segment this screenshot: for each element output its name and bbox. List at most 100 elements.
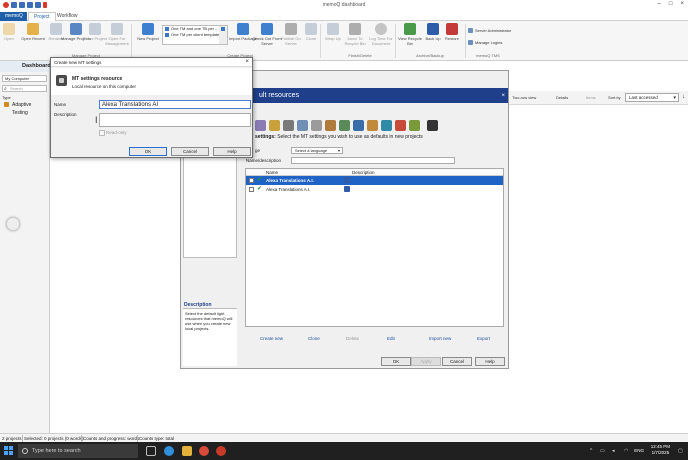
- project-list-toolbar: Two-row view Details Items Sort by Last …: [508, 91, 688, 105]
- help-button[interactable]: Help: [475, 357, 505, 366]
- tab-memoq[interactable]: memoQ: [0, 12, 27, 21]
- folder-icon: [3, 23, 15, 35]
- details-button[interactable]: Details: [556, 95, 568, 100]
- row-checkbox[interactable]: [249, 178, 254, 183]
- ok-button[interactable]: OK: [381, 357, 411, 366]
- close-icon[interactable]: ×: [501, 89, 505, 104]
- autotranslation-icon[interactable]: [325, 120, 336, 131]
- table-header: Name Description: [246, 169, 503, 176]
- read-only-checkbox[interactable]: Read-only: [99, 130, 127, 136]
- tab-workflow[interactable]: Workflow: [52, 12, 82, 21]
- search-input[interactable]: ⌕ Search: [2, 85, 47, 92]
- window-title: memoQ dashboard: [322, 2, 366, 8]
- chrome-icon[interactable]: [199, 446, 209, 456]
- name-input[interactable]: Alexa Translations AI: [99, 100, 251, 109]
- ribbon-group-label: Finish/Delete: [348, 53, 372, 58]
- clone-link[interactable]: Clone: [308, 336, 320, 341]
- edge-icon[interactable]: [164, 446, 174, 456]
- new-project-button[interactable]: New Project: [133, 23, 163, 41]
- counts-type-status: Counts type: total: [139, 436, 175, 441]
- name-description-filter-input[interactable]: [291, 157, 455, 164]
- sort-direction-icon[interactable]: ↓: [682, 94, 685, 100]
- status-separator: [137, 435, 138, 442]
- computer-selector[interactable]: My Computer: [2, 75, 47, 82]
- two-row-view-button[interactable]: Two-row view: [512, 95, 536, 100]
- row-checkbox[interactable]: [249, 187, 254, 192]
- row-name: Alexa Translations A.I.: [266, 187, 311, 192]
- export-link[interactable]: Export: [477, 336, 490, 341]
- cancel-button[interactable]: Cancel: [171, 147, 209, 156]
- create-new-link[interactable]: Create new: [260, 336, 283, 341]
- resource-actions: Create new Clone Delete Edit Import new …: [245, 336, 504, 344]
- clock-icon: [375, 23, 387, 35]
- language-dropdown[interactable]: Select a language: [291, 147, 343, 154]
- status-separator: [22, 435, 23, 442]
- server-checkout-icon: [261, 23, 273, 35]
- minimize-button[interactable]: –: [658, 1, 661, 7]
- system-clock[interactable]: 12:45 PM 1/7/2025: [651, 444, 670, 456]
- memoq-taskbar-icon[interactable]: [216, 446, 226, 456]
- nontranslatables-icon[interactable]: [339, 120, 350, 131]
- sort-by-dropdown[interactable]: Last accessed: [625, 93, 679, 102]
- import-new-link[interactable]: Import new: [429, 336, 451, 341]
- folder-clock-icon: [27, 23, 39, 35]
- new-project-icon: [142, 23, 154, 35]
- column-header-description[interactable]: Description: [352, 170, 375, 175]
- cancel-button[interactable]: Cancel: [442, 357, 472, 366]
- task-view-icon[interactable]: [146, 446, 156, 456]
- volume-icon[interactable]: ◂: [612, 448, 615, 454]
- input-language[interactable]: ENG: [634, 448, 644, 453]
- status-bar: 2 projects Selected: 0 projects (0 words…: [0, 433, 688, 442]
- delete-link[interactable]: Delete: [346, 336, 359, 341]
- status-separator: [81, 435, 82, 442]
- items-button[interactable]: Items: [586, 95, 596, 100]
- filter-icon[interactable]: [311, 120, 322, 131]
- windows-start-icon[interactable]: [4, 446, 14, 456]
- column-header-name[interactable]: Name: [266, 170, 278, 175]
- row-name: Alexa Translations A.I.: [266, 178, 314, 183]
- notifications-icon[interactable]: ▢: [678, 448, 683, 454]
- clone-icon: [305, 23, 317, 35]
- restore-button[interactable]: Restore: [437, 23, 467, 41]
- apply-button[interactable]: Apply: [411, 357, 441, 366]
- project-template-list[interactable]: One TM and one TB per ... One TM per cli…: [162, 25, 228, 45]
- network-icon[interactable]: ▭: [600, 448, 605, 454]
- local-resource-icon: [344, 186, 350, 192]
- livedocs-icon[interactable]: [395, 120, 406, 131]
- loading-indicator: [6, 217, 20, 231]
- file-explorer-icon[interactable]: [182, 446, 192, 456]
- manage-logins-button[interactable]: Manage Logins: [468, 40, 502, 45]
- tray-chevron-icon[interactable]: ^: [590, 448, 592, 454]
- open-for-management-button[interactable]: Open For Management: [102, 23, 132, 46]
- close-button[interactable]: ×: [680, 1, 684, 7]
- mt-settings-icon[interactable]: [427, 120, 438, 131]
- tm-icon[interactable]: [255, 120, 266, 131]
- template-item[interactable]: One TM per client template: [163, 32, 227, 38]
- description-input[interactable]: [99, 113, 251, 127]
- ok-button[interactable]: OK: [129, 147, 167, 156]
- name-label: Name: [54, 102, 67, 107]
- template-scrollbar[interactable]: [219, 26, 227, 44]
- ignore-list-icon[interactable]: [353, 120, 364, 131]
- taskbar-search-input[interactable]: Type here to search: [18, 444, 138, 458]
- server-administrator-button[interactable]: Server Administrator: [468, 28, 511, 33]
- filter-item-adaptive-testing[interactable]: Adaptive Testing: [2, 101, 47, 116]
- ribbon-separator: [131, 24, 132, 58]
- qa-icon[interactable]: [283, 120, 294, 131]
- segmentation-icon[interactable]: [297, 120, 308, 131]
- help-button[interactable]: Help: [213, 147, 251, 156]
- keyboard-icon[interactable]: [381, 120, 392, 131]
- maximize-button[interactable]: □: [669, 1, 673, 7]
- autocorrect-icon[interactable]: [367, 120, 378, 131]
- tb-icon[interactable]: [269, 120, 280, 131]
- dialog-header: ult resources ×: [249, 88, 508, 103]
- table-row[interactable]: ✔ Alexa Translations A.I.: [246, 176, 503, 185]
- text-cursor-icon: I: [95, 115, 98, 125]
- mt-settings-table: Name Description ✔ Alexa Translations A.…: [245, 168, 504, 327]
- edit-link[interactable]: Edit: [387, 336, 395, 341]
- wifi-icon[interactable]: ◠: [624, 448, 628, 454]
- log-time-button[interactable]: Log Time For Document: [366, 23, 396, 46]
- close-icon[interactable]: ×: [245, 58, 249, 67]
- lqa-icon[interactable]: [409, 120, 420, 131]
- table-row[interactable]: ✔ Alexa Translations A.I.: [246, 185, 503, 194]
